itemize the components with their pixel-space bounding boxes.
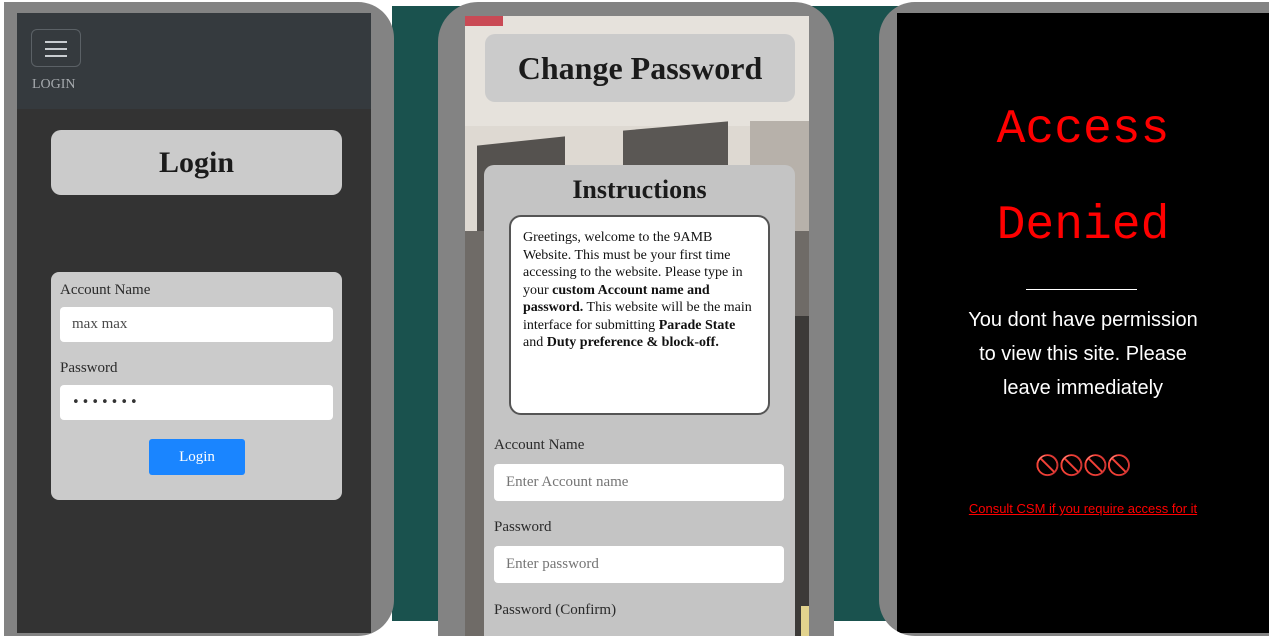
change-password-screen: Change Password Instructions Greetings, …: [465, 16, 809, 636]
password-label: Password: [494, 519, 552, 535]
instructions-bold-part: Duty preference & block-off.: [546, 335, 719, 350]
account-name-input[interactable]: [60, 307, 333, 342]
navbar: LOGIN: [17, 13, 371, 109]
page-title: Change Password: [485, 34, 795, 102]
instructions-heading: Instructions: [572, 175, 707, 204]
access-denied-heading-line2: Denied: [996, 199, 1170, 253]
account-name-label: Account Name: [494, 437, 585, 453]
instructions-text-part: and: [523, 335, 547, 350]
access-denied-heading-line1: Access: [996, 103, 1170, 157]
page-title: Login: [51, 130, 342, 195]
instructions-text: Greetings, welcome to the 9AMB Website. …: [509, 215, 770, 415]
access-denied-screen: Access Denied You dont have permission t…: [897, 13, 1269, 633]
password-confirm-label: Password (Confirm): [494, 602, 617, 618]
nav-brand-label[interactable]: LOGIN: [32, 77, 76, 93]
instructions-bold-part: Parade State: [658, 317, 736, 333]
login-screen: LOGIN Login Account Name Password ••••••…: [17, 13, 371, 633]
password-input[interactable]: [494, 546, 784, 583]
no-entry-icon: 🚫🚫🚫🚫: [1035, 453, 1132, 477]
denied-message: You dont have permission to view this si…: [968, 309, 1198, 399]
account-name-input[interactable]: [494, 464, 784, 501]
password-input[interactable]: •••••••: [60, 385, 333, 420]
divider: [1026, 289, 1137, 290]
login-button[interactable]: Login: [149, 439, 245, 475]
background-photo-red-sign: [465, 16, 503, 26]
phone-frame-change-password: Change Password Instructions Greetings, …: [438, 2, 834, 636]
instructions-card: Instructions Greetings, welcome to the 9…: [484, 165, 795, 636]
phone-frame-access-denied: Access Denied You dont have permission t…: [879, 2, 1269, 636]
login-form: Account Name Password ••••••• Login: [51, 272, 342, 500]
phone-frame-login: LOGIN Login Account Name Password ••••••…: [4, 2, 394, 636]
background-photo-light: [801, 606, 809, 636]
account-name-label: Account Name: [60, 282, 151, 298]
hamburger-menu-icon[interactable]: [31, 29, 81, 67]
password-label: Password: [60, 360, 118, 376]
consult-csm-link[interactable]: Consult CSM if you require access for it: [968, 499, 1198, 519]
